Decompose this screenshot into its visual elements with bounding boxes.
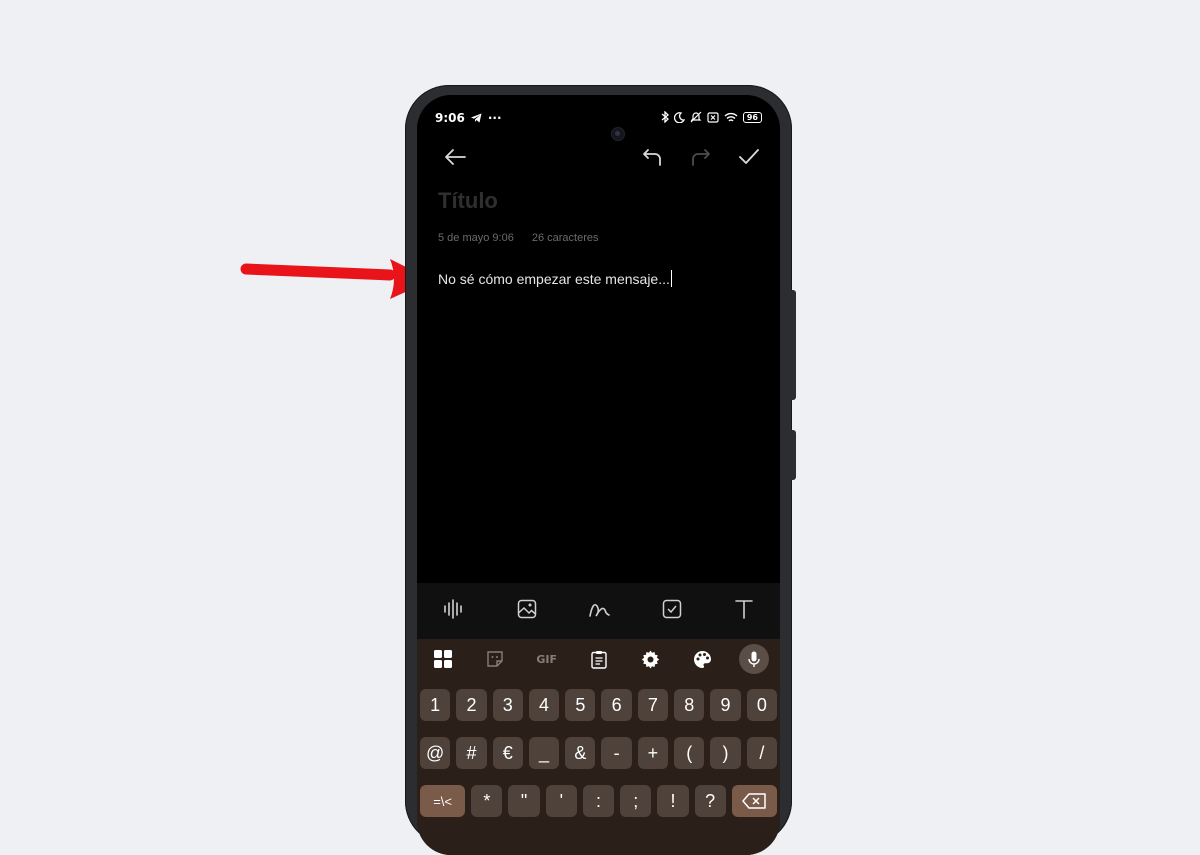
undo-icon — [643, 149, 661, 166]
note-toolbar — [417, 141, 780, 173]
key-1[interactable]: 1 — [420, 689, 451, 721]
key-3[interactable]: 3 — [492, 689, 523, 721]
mic-circle — [739, 644, 770, 674]
key-question[interactable]: ? — [694, 785, 726, 817]
status-time: 9:06 — [435, 111, 465, 125]
note-body-text: No sé cómo empezar este mensaje... — [438, 271, 670, 287]
bluetooth-icon — [661, 111, 669, 123]
key-8[interactable]: 8 — [674, 689, 705, 721]
gear-icon — [641, 650, 660, 668]
key-6[interactable]: 6 — [601, 689, 632, 721]
theme-button[interactable] — [676, 650, 728, 669]
symbol-row-2: =\< * " ' : ; ! ? — [420, 785, 778, 817]
undo-button[interactable] — [636, 141, 668, 173]
status-bar: 9:06 ··· 96 — [435, 111, 762, 141]
redo-icon — [692, 149, 710, 166]
checklist-button[interactable] — [662, 599, 682, 623]
settings-button[interactable] — [624, 650, 676, 669]
key-exclamation[interactable]: ! — [657, 785, 689, 817]
no-sim-icon — [707, 111, 719, 123]
key-4[interactable]: 4 — [528, 689, 560, 721]
battery-indicator: 96 — [742, 111, 762, 123]
apps-grid-icon — [433, 650, 452, 668]
key-close-paren[interactable]: ) — [710, 737, 741, 769]
note-tools-bar — [417, 583, 780, 639]
checklist-icon — [663, 599, 682, 619]
key-slash[interactable]: / — [746, 737, 777, 769]
key-asterisk[interactable]: * — [471, 785, 503, 817]
key-double-quote[interactable]: " — [508, 785, 540, 817]
backspace-icon — [742, 793, 767, 809]
microphone-icon — [748, 651, 760, 667]
key-open-paren[interactable]: ( — [674, 737, 705, 769]
key-minus[interactable]: - — [601, 737, 632, 769]
save-button[interactable] — [733, 141, 765, 173]
note-title-field[interactable]: Título — [438, 188, 498, 214]
mute-bell-icon — [690, 111, 702, 123]
symbol-row-1: @ # € _ & - + ( ) / — [420, 737, 777, 769]
note-meta: 5 de mayo 9:06 26 caracteres — [438, 232, 599, 244]
sticker-icon — [487, 651, 503, 667]
key-9[interactable]: 9 — [710, 689, 741, 721]
text-cursor — [670, 270, 673, 287]
image-button[interactable] — [517, 599, 537, 623]
key-0[interactable]: 0 — [746, 689, 777, 721]
moon-icon — [673, 111, 685, 123]
key-2[interactable]: 2 — [456, 689, 487, 721]
front-camera — [611, 127, 625, 141]
key-plus[interactable]: + — [637, 737, 669, 769]
status-more: ··· — [487, 111, 502, 125]
image-icon — [517, 599, 536, 619]
wifi-icon — [724, 112, 738, 122]
audio-button[interactable] — [443, 599, 465, 623]
audio-waveform-icon — [444, 599, 462, 619]
arrow-left-icon — [445, 149, 466, 165]
redo-button[interactable] — [685, 141, 717, 173]
clipboard-button[interactable] — [573, 650, 625, 669]
key-colon[interactable]: : — [582, 785, 615, 817]
palette-icon — [693, 650, 711, 668]
key-underscore[interactable]: _ — [528, 737, 560, 769]
phone-frame: 9:06 ··· 96 Título 5 de mayo 9:06 26 car… — [405, 85, 796, 855]
key-single-quote[interactable]: ' — [545, 785, 577, 817]
clipboard-icon — [590, 650, 607, 669]
note-body-field[interactable]: No sé cómo empezar este mensaje... — [438, 270, 673, 287]
scribble-icon — [589, 603, 611, 617]
key-at[interactable]: @ — [420, 737, 451, 769]
keyboard: GIF 1 2 3 4 5 6 7 8 9 0 @ # € _ & - + (… — [417, 639, 780, 855]
key-hash[interactable]: # — [456, 737, 487, 769]
note-date: 5 de mayo 9:06 — [438, 232, 514, 244]
key-5[interactable]: 5 — [565, 689, 596, 721]
backspace-key[interactable] — [731, 785, 778, 817]
note-char-count: 26 caracteres — [531, 232, 599, 244]
sticker-button[interactable] — [469, 650, 521, 668]
phone-screen: 9:06 ··· 96 Título 5 de mayo 9:06 26 car… — [417, 95, 780, 855]
telegram-icon — [470, 113, 482, 123]
gif-label: GIF — [536, 652, 557, 666]
key-ampersand[interactable]: & — [565, 737, 596, 769]
check-icon — [739, 149, 759, 164]
more-symbols-key[interactable]: =\< — [420, 785, 466, 817]
back-button[interactable] — [439, 141, 471, 173]
apps-button[interactable] — [417, 650, 469, 668]
voice-input-button[interactable] — [728, 644, 780, 674]
key-7[interactable]: 7 — [637, 689, 669, 721]
draw-button[interactable] — [588, 599, 611, 623]
gif-button[interactable]: GIF — [521, 653, 573, 666]
key-semicolon[interactable]: ; — [620, 785, 652, 817]
key-euro[interactable]: € — [492, 737, 523, 769]
text-format-button[interactable] — [734, 599, 754, 623]
number-row: 1 2 3 4 5 6 7 8 9 0 — [420, 689, 777, 721]
keyboard-toolbar: GIF — [417, 639, 780, 679]
text-format-icon — [735, 600, 753, 619]
